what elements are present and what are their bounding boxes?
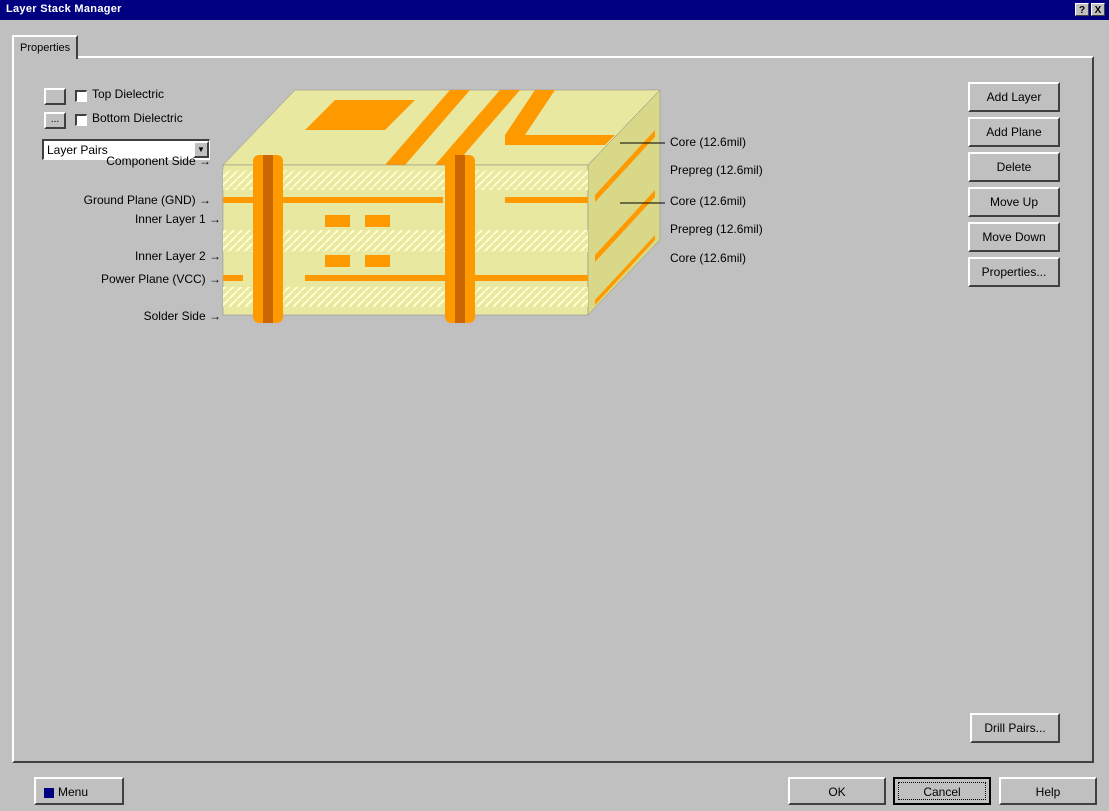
layer-label-component-side: Component Side → [106, 154, 211, 168]
close-icon[interactable]: X [1091, 3, 1105, 16]
layer-stack-diagram [222, 89, 665, 323]
top-dielectric-properties-button[interactable] [44, 88, 66, 105]
inner-pad-1 [325, 215, 350, 227]
move-down-button[interactable]: Move Down [968, 222, 1060, 252]
help-button[interactable]: Help [999, 777, 1097, 805]
add-layer-button[interactable]: Add Layer [968, 82, 1060, 112]
layer-pairs-value: Layer Pairs [47, 143, 108, 157]
ground-plane-copper-2 [505, 197, 588, 203]
drill-pairs-button[interactable]: Drill Pairs... [970, 713, 1060, 743]
add-plane-button[interactable]: Add Plane [968, 117, 1060, 147]
layer-label-prepreg-1: Prepreg (12.6mil) [670, 163, 763, 177]
power-plane-copper-1 [223, 275, 243, 281]
window-title: Layer Stack Manager [6, 3, 122, 15]
move-up-button[interactable]: Move Up [968, 187, 1060, 217]
layer-label-core-3: Core (12.6mil) [670, 251, 747, 265]
menu-icon [44, 787, 54, 798]
ok-button[interactable]: OK [788, 777, 886, 805]
via-1-bore [263, 155, 273, 323]
layer-label-power-plane: Power Plane (VCC) → [100, 272, 221, 286]
top-dielectric-checkbox[interactable] [75, 90, 87, 102]
inner-pad-2 [365, 215, 390, 227]
top-dielectric-label: Top Dielectric [92, 87, 165, 101]
help-icon[interactable]: ? [1075, 3, 1089, 16]
bottom-dielectric-checkbox[interactable] [75, 114, 87, 126]
layer-label-ground-plane: Ground Plane (GND) → [83, 193, 211, 207]
bottom-dielectric-properties-button[interactable]: ... [44, 112, 66, 129]
layer-label-prepreg-2: Prepreg (12.6mil) [670, 222, 763, 236]
tab-properties[interactable]: Properties [12, 35, 79, 59]
layer-label-core-2: Core (12.6mil) [670, 194, 747, 208]
menu-button[interactable]: Menu [34, 777, 124, 805]
properties-button[interactable]: Properties... [968, 257, 1060, 287]
inner-pad-4 [365, 255, 390, 267]
cancel-button[interactable]: Cancel [893, 777, 991, 805]
via-2-bore [455, 155, 465, 323]
inner-pad-3 [325, 255, 350, 267]
bottom-dielectric-label: Bottom Dielectric [92, 111, 183, 125]
title-bar: Layer Stack Manager ? X [0, 0, 1109, 20]
delete-button[interactable]: Delete [968, 152, 1060, 182]
menu-label: Menu [58, 785, 89, 799]
layer-label-core-1: Core (12.6mil) [670, 135, 747, 149]
